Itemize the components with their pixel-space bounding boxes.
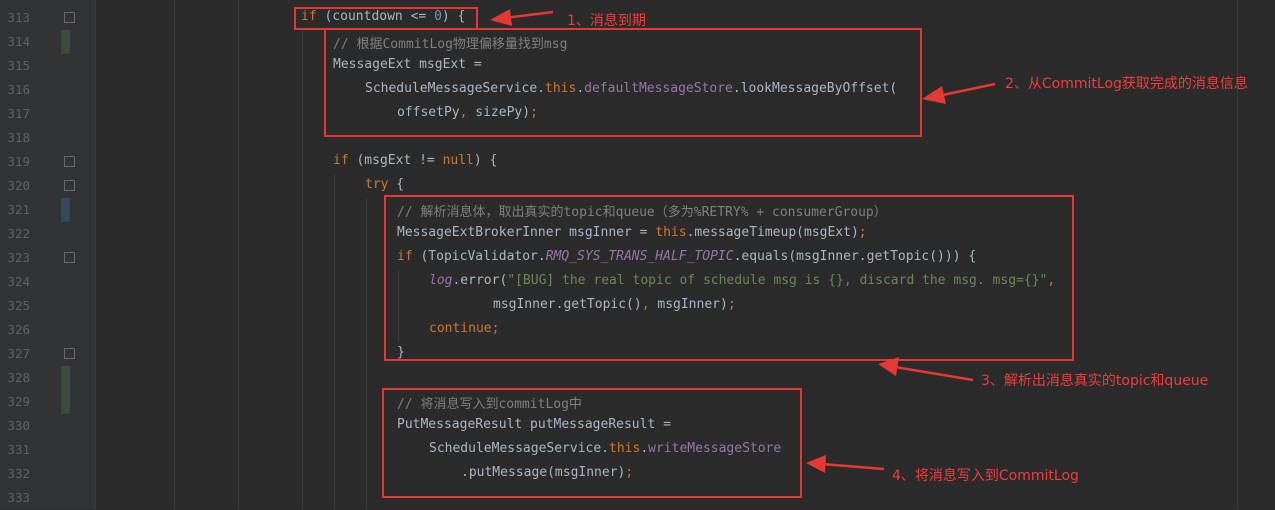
arrow-3-head: [878, 357, 899, 376]
annotation-label-1: 1、消息到期: [567, 13, 646, 29]
arrow-2-head: [922, 86, 946, 104]
arrow-2: [937, 82, 996, 98]
arrow-4-head: [806, 455, 826, 473]
annotation-label-4: 4、将消息写入到CommitLog: [892, 468, 1079, 484]
arrow-3: [894, 365, 974, 382]
arrow-4: [821, 462, 885, 471]
arrow-1-head: [490, 9, 512, 26]
annotation-label-3: 3、解析出消息真实的topic和queue: [981, 373, 1209, 389]
arrow-1: [504, 10, 554, 20]
annotation-label-2: 2、从CommitLog获取完成的消息信息: [1005, 76, 1248, 92]
